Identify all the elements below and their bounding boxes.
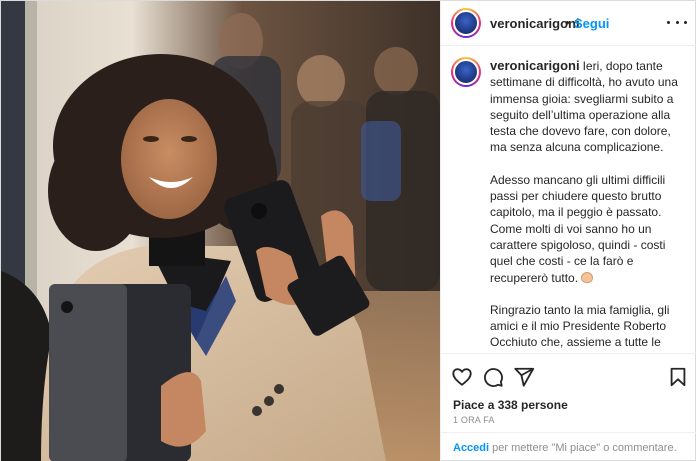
login-link[interactable]: Accedi xyxy=(453,442,489,454)
instagram-post: veronicarigoni • Segui veronicarigoni Ier… xyxy=(0,0,696,461)
comment-icon[interactable] xyxy=(482,366,504,388)
comments-section[interactable]: veronicarigoni Ieri, dopo tante settimane… xyxy=(441,47,696,353)
caption-text-3: Ringrazio tanto la mia famiglia, gli ami… xyxy=(490,302,675,353)
caption-text-1: Ieri, dopo tante settimane di difficoltà… xyxy=(490,59,678,155)
post-photo[interactable] xyxy=(1,1,440,461)
caption-paragraph-2: Adesso mancano gli ultimi difficili pass… xyxy=(490,172,690,286)
fist-emoji-icon xyxy=(581,271,594,283)
login-prompt: Accedi per mettere "Mi piace" o commenta… xyxy=(453,442,677,454)
avatar[interactable] xyxy=(451,8,481,38)
caption-paragraph-3: Ringrazio tanto la mia famiglia, gli ami… xyxy=(490,302,690,353)
avatar-image xyxy=(453,59,479,85)
caption-text-2: Adesso mancano gli ultimi difficili pass… xyxy=(490,172,666,285)
heart-icon[interactable] xyxy=(451,366,473,388)
post-caption: veronicarigoni Ieri, dopo tante settimane… xyxy=(490,58,690,353)
follow-button[interactable]: Segui xyxy=(574,16,609,31)
likes-count[interactable]: Piace a 338 persone xyxy=(453,398,568,412)
login-footer: Accedi per mettere "Mi piace" o commenta… xyxy=(441,432,696,461)
bookmark-icon[interactable] xyxy=(667,366,689,388)
post-header: veronicarigoni • Segui xyxy=(441,1,696,46)
caption-username[interactable]: veronicarigoni xyxy=(490,58,580,73)
share-icon[interactable] xyxy=(513,366,535,388)
caption-avatar[interactable] xyxy=(451,57,481,87)
more-options-icon[interactable] xyxy=(667,13,687,31)
login-prompt-text: per mettere "Mi piace" o commentare. xyxy=(489,442,677,454)
avatar-image xyxy=(453,10,479,36)
caption-paragraph-1: veronicarigoni Ieri, dopo tante settimane… xyxy=(490,58,690,156)
post-timestamp[interactable]: 1 ORA FA xyxy=(453,415,495,425)
action-bar xyxy=(441,353,696,397)
separator-dot: • xyxy=(565,15,570,30)
photo-illustration xyxy=(1,1,440,461)
post-side-panel: veronicarigoni • Segui veronicarigoni Ier… xyxy=(440,1,696,461)
